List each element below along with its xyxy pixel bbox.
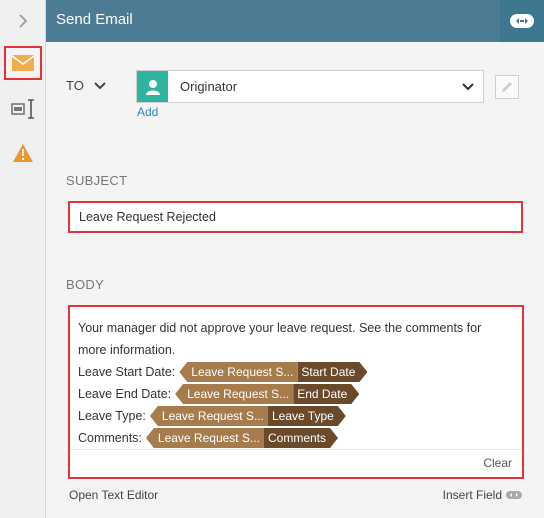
token-source: Leave Request S...	[149, 406, 268, 426]
body-editor[interactable]: Your manager did not approve your leave …	[68, 305, 524, 479]
subject-label: SUBJECT	[66, 173, 128, 188]
left-rail	[0, 0, 46, 518]
body-label: BODY	[66, 277, 105, 292]
field-token[interactable]: Leave Request S... End Date	[175, 384, 359, 404]
toggle-icon	[510, 14, 534, 28]
chevron-down-icon	[462, 82, 474, 90]
email-tab-button[interactable]	[4, 46, 42, 80]
token-source: Leave Request S...	[179, 362, 298, 382]
token-field: Comments	[264, 428, 338, 448]
to-label-text: TO	[66, 78, 84, 93]
text-cursor-icon	[11, 99, 34, 119]
pencil-icon	[502, 82, 512, 92]
content-panel: TO Originator Add SUBJECT Leave Request …	[46, 42, 544, 518]
header-bar: Send Email	[46, 0, 544, 42]
body-field-row: Leave Start Date: Leave Request S... Sta…	[78, 361, 508, 383]
body-field-row: Leave Type: Leave Request S... Leave Typ…	[78, 405, 508, 427]
toggle-button[interactable]	[500, 0, 544, 42]
envelope-icon	[11, 55, 35, 71]
text-tab-button[interactable]	[4, 92, 42, 126]
user-icon	[137, 71, 168, 102]
field-row-label: Leave End Date:	[78, 387, 172, 401]
open-text-editor-link[interactable]: Open Text Editor	[69, 488, 158, 502]
warning-tab-button[interactable]	[4, 136, 42, 170]
field-token[interactable]: Leave Request S... Leave Type	[149, 406, 346, 426]
chevron-right-icon	[19, 14, 28, 28]
insert-field-icon	[506, 491, 522, 499]
body-content: Your manager did not approve your leave …	[78, 317, 508, 449]
field-row-label: Comments:	[78, 431, 142, 445]
body-field-row: Comments: Leave Request S... Comments	[78, 427, 508, 449]
field-row-label: Leave Type:	[78, 409, 146, 423]
body-intro: Your manager did not approve your leave …	[78, 321, 482, 357]
warning-icon	[13, 144, 33, 162]
insert-field-button[interactable]: Insert Field	[443, 488, 522, 502]
token-field: End Date	[293, 384, 359, 404]
page-title: Send Email	[56, 11, 133, 28]
divider	[70, 449, 522, 450]
token-source: Leave Request S...	[175, 384, 294, 404]
token-field: Leave Type	[268, 406, 346, 426]
subject-input[interactable]: Leave Request Rejected	[68, 201, 523, 233]
insert-field-label: Insert Field	[442, 488, 502, 502]
token-source: Leave Request S...	[145, 428, 264, 448]
dropdown-chevron[interactable]	[453, 82, 483, 91]
expand-button[interactable]	[0, 0, 46, 42]
edit-recipient-button[interactable]	[495, 75, 519, 99]
field-token[interactable]: Leave Request S... Start Date	[179, 362, 367, 382]
recipient-value: Originator	[180, 79, 238, 94]
field-token[interactable]: Leave Request S... Comments	[145, 428, 338, 448]
recipient-select[interactable]: Originator	[136, 70, 484, 103]
field-row-label: Leave Start Date:	[78, 365, 176, 379]
chevron-down-icon	[94, 81, 106, 89]
add-recipient-link[interactable]: Add	[137, 105, 158, 119]
token-field: Start Date	[297, 362, 367, 382]
clear-button[interactable]: Clear	[483, 456, 512, 470]
body-field-row: Leave End Date: Leave Request S... End D…	[78, 383, 508, 405]
to-label[interactable]: TO	[66, 78, 106, 93]
